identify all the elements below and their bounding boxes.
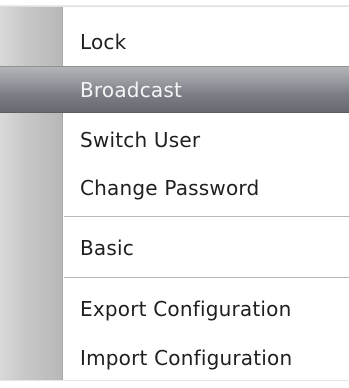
menu-item-switch-user[interactable]: Switch User — [0, 118, 349, 162]
menu-item-export-configuration[interactable]: Export Configuration — [0, 287, 349, 331]
menu-item-label: Broadcast — [80, 77, 183, 102]
menu-top-border — [0, 0, 349, 7]
menu-separator — [64, 216, 349, 218]
menu-item-label: Import Configuration — [80, 346, 293, 370]
menu-item-import-configuration[interactable]: Import Configuration — [0, 336, 349, 380]
context-menu: Lock Broadcast Switch User Change Passwo… — [0, 0, 349, 388]
menu-item-basic[interactable]: Basic — [0, 226, 349, 270]
menu-separator — [64, 277, 349, 279]
menu-item-change-password[interactable]: Change Password — [0, 166, 349, 210]
menu-item-label: Switch User — [80, 128, 201, 152]
menu-item-label: Lock — [80, 30, 127, 54]
menu-item-label: Export Configuration — [80, 297, 292, 321]
menu-item-label: Change Password — [80, 176, 260, 200]
menu-item-broadcast[interactable]: Broadcast — [0, 66, 349, 113]
menu-item-lock[interactable]: Lock — [0, 20, 349, 64]
menu-item-label: Basic — [80, 236, 134, 260]
